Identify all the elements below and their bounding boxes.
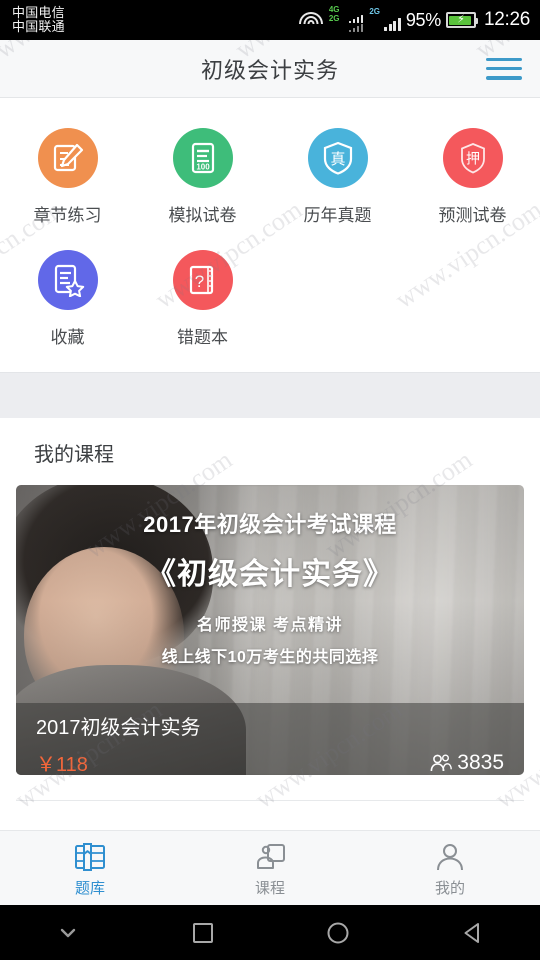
nav-item-label: 题库 (74, 880, 105, 897)
course-enrollment: 3835 (429, 751, 504, 775)
svg-text:真: 真 (330, 150, 345, 168)
section-divider-band (0, 372, 540, 418)
battery-icon: ⚡ (445, 12, 478, 28)
course-card-footer: 2017初级会计实务 ￥118 3835 (16, 703, 524, 775)
phone-screen: 中国电信 中国联通 4G 2G 2G 95% ⚡ 12:26 初级会计实务 章节… (0, 0, 540, 960)
hamburger-menu-icon[interactable] (486, 56, 522, 82)
my-courses-section: 我的课程 2017年初级会计考试课程 《初级会计实务》 名师授课 考点精讲 线上… (0, 418, 540, 801)
banner-line-2: 《初级会计实务》 (146, 558, 394, 591)
grid-item-label: 模拟试卷 (168, 206, 237, 225)
grid-item-chapter-practice[interactable]: 章节练习 (0, 120, 135, 242)
network-type-2g-label: 2G (328, 14, 340, 23)
svg-text:?: ? (194, 272, 203, 291)
shield-ya-icon: 押 (442, 128, 503, 188)
course-student-count: 3835 (457, 750, 504, 774)
document-100-icon: 100 (172, 128, 233, 188)
nav-item-label: 我的 (434, 880, 465, 897)
grid-item-label: 历年真题 (303, 206, 372, 225)
status-indicators: 4G 2G 2G 95% ⚡ 12:26 (298, 5, 530, 32)
course-meta-row: ￥118 3835 (36, 748, 504, 776)
book-question-icon: ? (172, 250, 233, 310)
signal-sim2-icon: 2G (368, 6, 401, 31)
shield-zhen-icon: 真 (307, 128, 368, 188)
grid-item-label: 错题本 (177, 328, 228, 347)
battery-percent-label: 95% (405, 9, 441, 30)
grid-item-mock-exam[interactable]: 100 模拟试卷 (135, 120, 270, 242)
carrier-labels: 中国电信 中国联通 (12, 4, 65, 34)
section-title: 我的课程 (34, 444, 114, 466)
clock-label: 12:26 (483, 9, 530, 30)
banner-line-1: 2017年初级会计考试课程 (143, 512, 397, 537)
course-card[interactable]: 2017年初级会计考试课程 《初级会计实务》 名师授课 考点精讲 线上线下10万… (16, 485, 524, 775)
svg-text:押: 押 (466, 151, 480, 167)
feature-grid: 章节练习 100 模拟试卷 真 历年真题 押 预测试卷 收藏 ? 错题本 (0, 98, 540, 372)
bottom-navigation-bar: 题库 课程 我的 (0, 830, 540, 905)
nav-item-label: 课程 (254, 880, 285, 897)
user-icon (433, 842, 467, 872)
document-star-icon (37, 250, 98, 310)
nav-item-courses[interactable]: 课程 (180, 831, 360, 905)
signal-sim1-icon: 4G 2G (328, 5, 364, 32)
svg-text:100: 100 (196, 163, 210, 172)
course-icon (253, 842, 287, 872)
app-header: 初级会计实务 (0, 40, 540, 98)
course-price: ￥118 (36, 754, 88, 775)
nav-item-profile[interactable]: 我的 (360, 831, 540, 905)
course-name: 2017初级会计实务 (36, 717, 201, 739)
grid-item-empty-1 (270, 242, 405, 364)
course-list-divider (16, 800, 524, 801)
grid-item-label: 章节练习 (33, 206, 102, 225)
grid-item-past-papers[interactable]: 真 历年真题 (270, 120, 405, 242)
banner-line-4: 线上线下10万考生的共同选择 (161, 649, 379, 666)
page-title: 初级会计实务 (200, 57, 339, 83)
home-circle-icon[interactable] (270, 919, 405, 947)
course-banner-text: 2017年初级会计考试课程 《初级会计实务》 名师授课 考点精讲 线上线下10万… (16, 507, 524, 667)
carrier-2-label: 中国联通 (12, 19, 65, 34)
grid-item-wrong-questions[interactable]: ? 错题本 (135, 242, 270, 364)
grid-item-label: 预测试卷 (438, 206, 507, 225)
nav-item-question-bank[interactable]: 题库 (0, 831, 180, 905)
back-triangle-icon[interactable] (405, 919, 540, 947)
note-pencil-icon (37, 128, 98, 188)
grid-item-favorites[interactable]: 收藏 (0, 242, 135, 364)
banner-line-3: 名师授课 考点精讲 (197, 617, 343, 634)
grid-item-empty-2 (405, 242, 540, 364)
wifi-icon (298, 10, 324, 30)
status-bar: 中国电信 中国联通 4G 2G 2G 95% ⚡ 12:26 (0, 0, 540, 40)
carrier-1-label: 中国电信 (12, 4, 65, 20)
question-bank-icon (73, 842, 107, 872)
chevron-down-icon[interactable] (0, 920, 135, 946)
people-icon (429, 753, 453, 773)
grid-item-prediction-paper[interactable]: 押 预测试卷 (405, 120, 540, 242)
recents-square-icon[interactable] (135, 919, 270, 947)
feature-grid-row-1: 章节练习 100 模拟试卷 真 历年真题 押 预测试卷 (0, 120, 540, 242)
grid-item-label: 收藏 (50, 328, 85, 347)
network-type-4g-label: 4G (328, 5, 340, 14)
network-type-2g-secondary-label: 2G (369, 6, 380, 16)
android-navigation-bar (0, 905, 540, 960)
feature-grid-row-2: 收藏 ? 错题本 (0, 242, 540, 364)
